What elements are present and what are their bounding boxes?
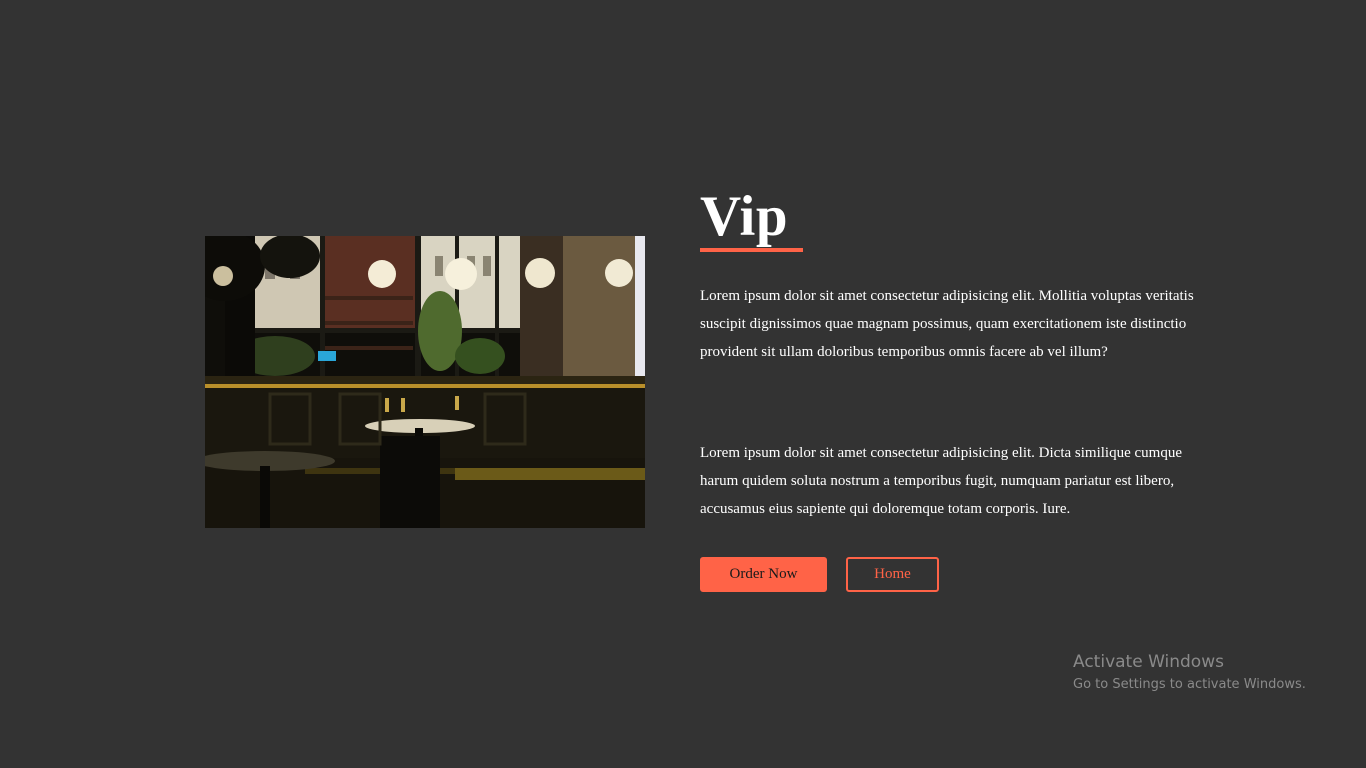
title-wrap: Vip (700, 185, 803, 252)
title-underline (700, 248, 803, 252)
description-paragraph-2: Lorem ipsum dolor sit amet consectetur a… (700, 445, 1182, 517)
button-group: Order Now Home (700, 557, 1210, 592)
hero-content: Vip Lorem ipsum dolor sit amet consectet… (700, 186, 1210, 592)
order-now-button[interactable]: Order Now (700, 557, 827, 592)
restaurant-photo (205, 236, 645, 528)
page: Vip Lorem ipsum dolor sit amet consectet… (0, 0, 1366, 768)
home-button[interactable]: Home (846, 557, 939, 592)
activate-windows-watermark: Activate Windows Go to Settings to activ… (1073, 651, 1306, 695)
restaurant-interior-photo (205, 236, 645, 528)
watermark-subtitle: Go to Settings to activate Windows. (1073, 677, 1306, 692)
watermark-title: Activate Windows (1073, 652, 1224, 672)
description-paragraph-1: Lorem ipsum dolor sit amet consectetur a… (700, 288, 1194, 360)
page-title: Vip (700, 185, 789, 248)
